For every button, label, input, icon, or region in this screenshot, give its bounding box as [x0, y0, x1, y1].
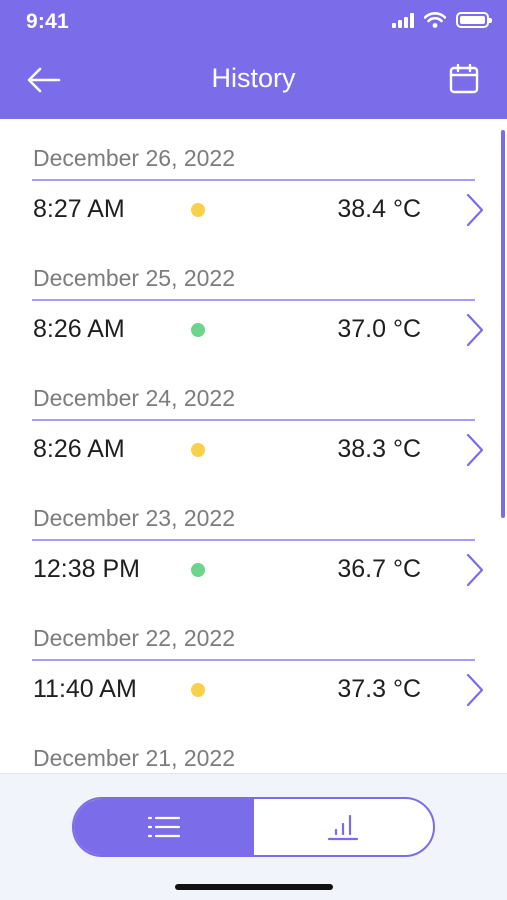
entry-temperature: 37.0 °C	[337, 315, 421, 343]
list-icon	[147, 816, 180, 838]
view-toggle	[72, 797, 435, 857]
entry-time: 8:27 AM	[33, 195, 125, 223]
chart-view-button[interactable]	[254, 799, 434, 855]
history-group: December 24, 2022 8:26 AM 38.3 °C	[0, 359, 507, 479]
history-list[interactable]: December 26, 2022 8:27 AM 38.4 °C Decemb…	[0, 119, 507, 774]
entry-time: 8:26 AM	[33, 435, 125, 463]
history-group: December 26, 2022 8:27 AM 38.4 °C	[0, 119, 507, 239]
home-indicator	[175, 884, 333, 890]
entry-date: December 21, 2022	[33, 745, 236, 771]
history-row[interactable]: 8:26 AM 38.3 °C	[0, 421, 507, 479]
entry-temperature: 36.7 °C	[337, 555, 421, 583]
status-dot	[191, 443, 205, 457]
entry-temperature: 37.3 °C	[337, 675, 421, 703]
list-view-button[interactable]	[74, 799, 254, 855]
status-dot	[191, 563, 205, 577]
page-title: History	[211, 63, 296, 93]
entry-temperature: 38.4 °C	[337, 195, 421, 223]
history-row[interactable]: 8:27 AM 38.4 °C	[0, 181, 507, 239]
entry-date: December 25, 2022	[33, 265, 236, 291]
entry-date: December 26, 2022	[33, 145, 236, 171]
history-group: December 21, 2022	[0, 719, 507, 774]
chevron-right-icon	[466, 553, 484, 587]
entry-temperature: 38.3 °C	[337, 435, 421, 463]
calendar-button[interactable]	[447, 62, 481, 96]
history-group: December 23, 2022 12:38 PM 36.7 °C	[0, 479, 507, 599]
history-row[interactable]: 11:40 AM 37.3 °C	[0, 661, 507, 719]
battery-icon	[456, 12, 492, 28]
entry-date: December 24, 2022	[33, 385, 236, 411]
entry-time: 8:26 AM	[33, 315, 125, 343]
entry-date: December 22, 2022	[33, 625, 236, 651]
calendar-icon	[449, 64, 479, 94]
entry-date: December 23, 2022	[33, 505, 236, 531]
entry-time: 12:38 PM	[33, 555, 141, 583]
history-group: December 25, 2022 8:26 AM 37.0 °C	[0, 239, 507, 359]
chevron-right-icon	[466, 433, 484, 467]
bottom-bar	[0, 773, 507, 900]
chevron-right-icon	[466, 193, 484, 227]
history-row[interactable]: 12:38 PM 36.7 °C	[0, 541, 507, 599]
history-row[interactable]: 8:26 AM 37.0 °C	[0, 301, 507, 359]
chevron-right-icon	[466, 313, 484, 347]
status-icons	[392, 12, 492, 28]
status-dot	[191, 323, 205, 337]
status-time: 9:41	[26, 10, 69, 33]
wifi-icon	[424, 12, 446, 28]
status-dot	[191, 683, 205, 697]
entry-time: 11:40 AM	[33, 675, 137, 703]
bar-chart-icon	[328, 814, 359, 841]
history-group: December 22, 2022 11:40 AM 37.3 °C	[0, 599, 507, 719]
status-dot	[191, 203, 205, 217]
cellular-signal-icon	[392, 12, 414, 28]
scrollbar[interactable]	[501, 130, 505, 518]
chevron-right-icon	[466, 673, 484, 707]
app-header: 9:41 History	[0, 0, 507, 119]
